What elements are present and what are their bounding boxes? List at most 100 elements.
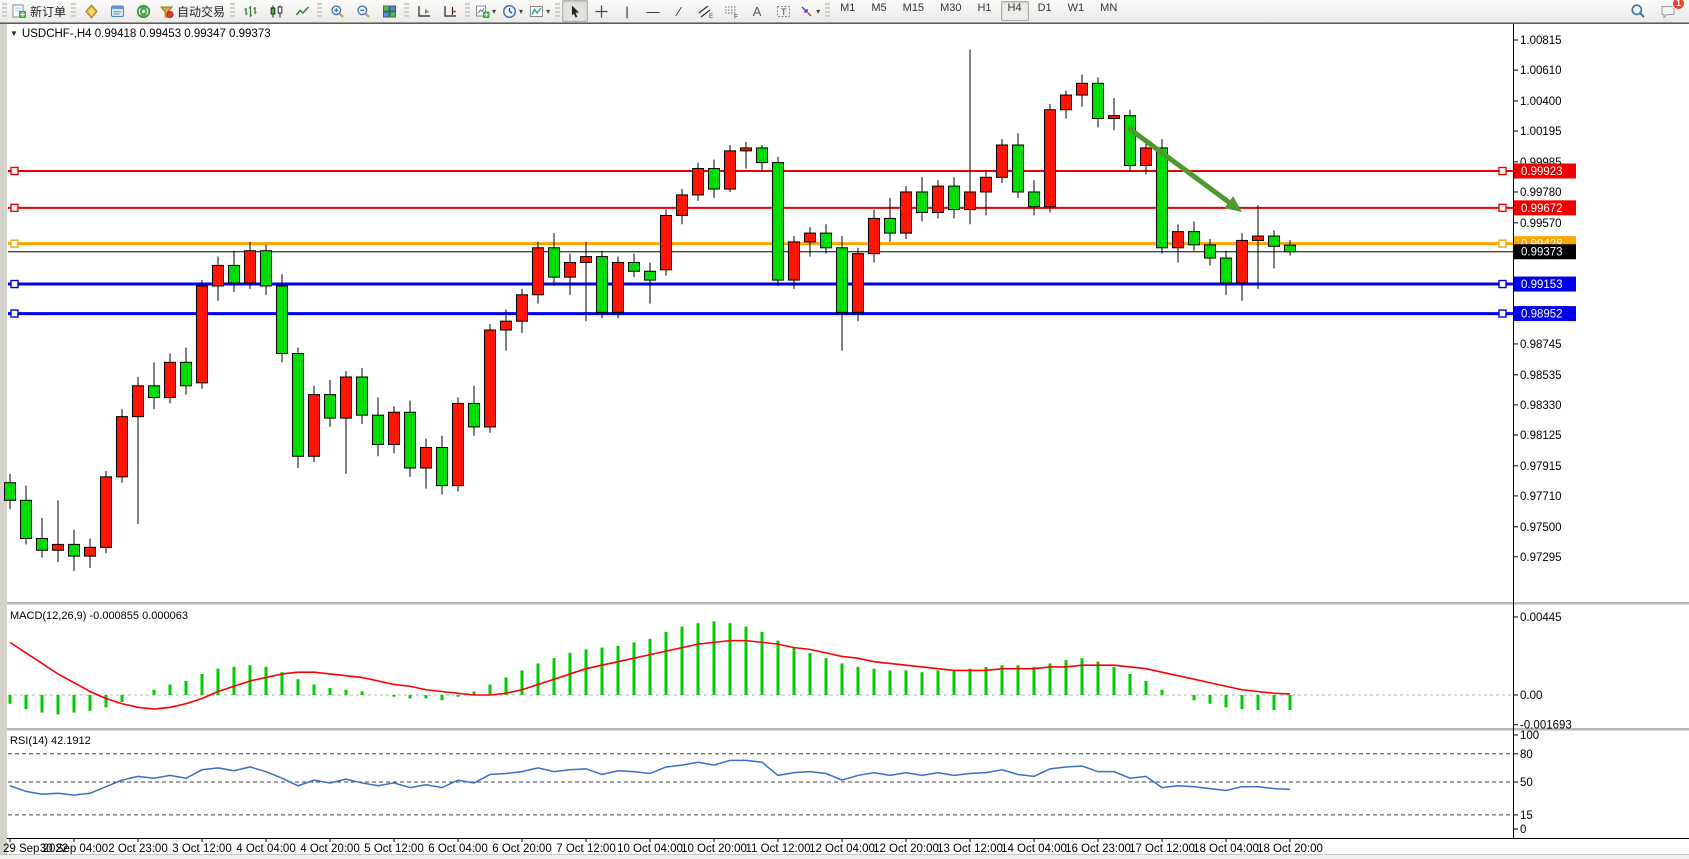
candle[interactable] bbox=[661, 210, 672, 276]
candle[interactable] bbox=[453, 398, 464, 492]
candle[interactable] bbox=[277, 274, 288, 362]
indicators-dropdown-button[interactable]: ▾ bbox=[526, 0, 553, 22]
equidistant-channel-tool-button[interactable]: E bbox=[692, 0, 718, 22]
vertical-line-tool-button[interactable]: | bbox=[614, 0, 640, 22]
text-tool-button[interactable]: A bbox=[744, 0, 770, 22]
auto-scroll-button[interactable] bbox=[411, 0, 437, 22]
timeframe-button-w1[interactable]: W1 bbox=[1061, 1, 1092, 21]
trendline-icon: ∕ bbox=[678, 5, 680, 18]
fibonacci-tool-button[interactable]: F bbox=[718, 0, 744, 22]
arrows-dropdown-button[interactable]: ▾ bbox=[796, 0, 823, 22]
status-bar bbox=[0, 854, 1689, 859]
crosshair-tool-button[interactable] bbox=[588, 0, 614, 22]
horizontal-line-tool-button[interactable]: — bbox=[640, 0, 666, 22]
zoom-in-button[interactable] bbox=[324, 0, 350, 22]
svg-text:0.99780: 0.99780 bbox=[1520, 187, 1562, 199]
toolbar-grip[interactable] bbox=[465, 3, 470, 19]
timeframe-button-h4[interactable]: H4 bbox=[1001, 1, 1029, 21]
candle[interactable] bbox=[901, 186, 912, 239]
candle[interactable] bbox=[117, 409, 128, 482]
price-badge: 0.98952 bbox=[1514, 306, 1576, 321]
new-order-button[interactable]: 新订单 bbox=[9, 0, 69, 22]
autotrading-button[interactable]: 自动交易 bbox=[156, 0, 228, 22]
candle[interactable] bbox=[1045, 104, 1056, 213]
terminal-button[interactable] bbox=[104, 0, 130, 22]
timeframe-button-m1[interactable]: M1 bbox=[833, 1, 862, 21]
line-chart-button[interactable] bbox=[289, 0, 315, 22]
new-chart-dropdown-button[interactable]: ▾ bbox=[472, 0, 499, 22]
new-order-label: 新订单 bbox=[30, 3, 66, 20]
periodicity-dropdown-button[interactable]: ▾ bbox=[499, 0, 526, 22]
candle[interactable] bbox=[597, 251, 608, 319]
candle[interactable] bbox=[933, 180, 944, 218]
price-badge: 0.99153 bbox=[1514, 277, 1576, 292]
candle[interactable] bbox=[1125, 110, 1136, 172]
toolbar-grip[interactable] bbox=[230, 3, 235, 19]
signals-icon bbox=[136, 4, 151, 19]
timeframe-button-h1[interactable]: H1 bbox=[970, 1, 998, 21]
toolbar-grip[interactable] bbox=[555, 3, 560, 19]
svg-text:100: 100 bbox=[1520, 730, 1539, 742]
candle[interactable] bbox=[533, 242, 544, 304]
search-button[interactable] bbox=[1625, 0, 1651, 22]
macd-indicator-label: MACD(12,26,9) -0.000855 0.000063 bbox=[10, 610, 188, 622]
candle[interactable] bbox=[405, 400, 416, 476]
tile-windows-button[interactable] bbox=[376, 0, 402, 22]
svg-text:0.98745: 0.98745 bbox=[1520, 339, 1562, 351]
text-icon: A bbox=[753, 5, 762, 18]
cursor-icon bbox=[568, 4, 583, 19]
chart-canvas[interactable]: 1.008151.006101.004001.001950.999850.997… bbox=[0, 0, 1689, 859]
timeframe-button-m30[interactable]: M30 bbox=[933, 1, 968, 21]
candlestick-chart-button[interactable] bbox=[263, 0, 289, 22]
chart-shift-button[interactable] bbox=[437, 0, 463, 22]
dropdown-caret-icon: ▾ bbox=[492, 7, 496, 16]
bar-chart-icon bbox=[243, 4, 258, 19]
macd-signal-value: 0.000063 bbox=[142, 610, 188, 622]
toolbar-grip[interactable] bbox=[71, 3, 76, 19]
svg-text:1.00815: 1.00815 bbox=[1520, 35, 1562, 47]
search-icon bbox=[1630, 3, 1646, 19]
timeframe-button-m5[interactable]: M5 bbox=[864, 1, 893, 21]
candle[interactable] bbox=[853, 248, 864, 321]
toolbar-grip[interactable] bbox=[317, 3, 322, 19]
toolbar-grip[interactable] bbox=[2, 3, 7, 19]
candle[interactable] bbox=[357, 368, 368, 424]
notification-badge: 1 bbox=[1672, 0, 1685, 10]
text-label-tool-button[interactable]: T bbox=[770, 0, 796, 22]
metaeditor-button[interactable] bbox=[78, 0, 104, 22]
arrow-objects-icon bbox=[799, 4, 814, 19]
svg-text:0.99923: 0.99923 bbox=[1521, 166, 1563, 178]
fibonacci-icon: F bbox=[723, 4, 739, 19]
bar-chart-button[interactable] bbox=[237, 0, 263, 22]
notifications-button[interactable]: 1 bbox=[1655, 0, 1681, 22]
new-chart-icon bbox=[475, 4, 490, 19]
timeframe-button-mn[interactable]: MN bbox=[1093, 1, 1124, 21]
candle[interactable] bbox=[613, 257, 624, 319]
toolbar-grip[interactable] bbox=[404, 3, 409, 19]
dropdown-caret-icon: ▾ bbox=[519, 7, 523, 16]
candle[interactable] bbox=[773, 157, 784, 286]
svg-text:0.97295: 0.97295 bbox=[1520, 552, 1562, 564]
chart-ohlc-title[interactable]: ▼USDCHF-,H4 0.99418 0.99453 0.99347 0.99… bbox=[10, 28, 271, 40]
crosshair-icon bbox=[594, 4, 609, 19]
candle[interactable] bbox=[197, 280, 208, 389]
rsi-indicator-label: RSI(14) 42.1912 bbox=[10, 735, 91, 747]
candlestick-chart-icon bbox=[269, 4, 284, 19]
cursor-tool-button[interactable] bbox=[562, 0, 588, 22]
toolbar-grip[interactable] bbox=[825, 3, 830, 19]
candle[interactable] bbox=[309, 386, 320, 462]
candle[interactable] bbox=[997, 139, 1008, 183]
timeframe-button-m15[interactable]: M15 bbox=[896, 1, 931, 21]
candle[interactable] bbox=[101, 471, 112, 553]
trendline-tool-button[interactable]: ∕ bbox=[666, 0, 692, 22]
timeframe-button-d1[interactable]: D1 bbox=[1031, 1, 1059, 21]
candle[interactable] bbox=[293, 348, 304, 468]
chart-collapse-icon[interactable]: ▼ bbox=[10, 29, 18, 38]
zoom-out-icon bbox=[356, 4, 371, 19]
signals-button[interactable] bbox=[130, 0, 156, 22]
zoom-out-button[interactable] bbox=[350, 0, 376, 22]
candle[interactable] bbox=[693, 163, 704, 201]
candle[interactable] bbox=[485, 324, 496, 433]
candle[interactable] bbox=[725, 145, 736, 192]
dropdown-caret-icon: ▾ bbox=[546, 7, 550, 16]
